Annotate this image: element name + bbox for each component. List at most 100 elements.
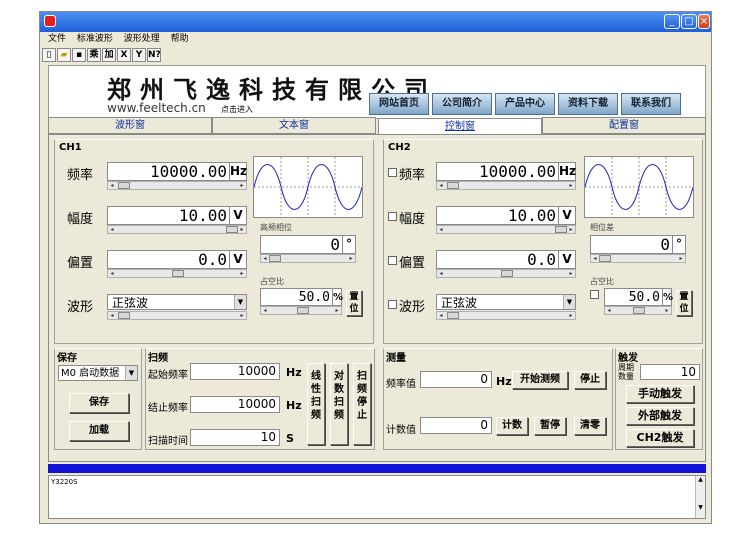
new-file-icon[interactable]: ▯ [42,48,56,62]
menu-bar: 文件 标准波形 波形处理 帮助 [40,32,711,46]
memory-slot-select[interactable]: M0 启动数据 ▼ [58,365,138,381]
menu-standard-wave[interactable]: 标准波形 [77,34,113,44]
log-output[interactable]: Y3220S ▲ ▼ [48,475,706,519]
toolbar: ▯ ▰ ▪ 乘加 X Y N? [42,47,162,63]
ch2-freq-checkbox[interactable] [388,168,397,177]
sweep-stop-unit: Hz [286,399,302,412]
external-trigger-button[interactable]: 外部触发 [626,407,694,425]
ch1-duty-value[interactable]: 50.0 [260,288,332,306]
load-button[interactable]: 加载 [69,421,129,441]
measure-freq-unit: Hz [496,375,512,388]
ch2-offset-label: 偏置 [399,256,426,271]
status-bar [48,464,706,473]
ch2-duty-value[interactable]: 50.0 [604,288,662,306]
ch1-phase-slider[interactable]: ◂ ▸ [260,254,356,263]
menu-file[interactable]: 文件 [48,34,66,44]
add-button[interactable]: 加 [102,48,116,62]
ch2-phase-slider[interactable]: ◂ ▸ [590,254,686,263]
company-banner: 郑州飞逸科技有限公司 www.feeltech.cn 点击进入 网站首页 公司简… [48,65,706,119]
sweep-stop-field[interactable]: 10000 [190,396,280,413]
ch1-freq-slider[interactable]: ◂ ▸ [107,181,247,190]
save-disk-icon[interactable]: ▪ [72,48,86,62]
sweep-time-label: 扫描时间 [148,436,188,447]
trigger-title: 触发 [618,353,638,364]
tab-text[interactable]: 文本窗 [212,117,376,134]
ch1-offset-value[interactable]: 0.0 [107,250,229,269]
count-field[interactable]: 0 [420,417,492,434]
ch2-freq-unit: Hz [558,162,576,181]
sweep-time-unit: S [286,432,294,445]
maximize-button[interactable]: □ [681,14,697,29]
close-button[interactable]: × [698,14,710,29]
start-measure-button[interactable]: 开始测频 [512,371,568,389]
stop-measure-button[interactable]: 停止 [574,371,606,389]
ch1-phase-value[interactable]: 0 [260,235,342,254]
log-sweep-button[interactable]: 对数扫频 [330,363,348,445]
measure-title: 测量 [386,353,406,364]
ch2-offset-checkbox[interactable] [388,256,397,265]
y-button[interactable]: Y [132,48,146,62]
ch1-freq-value[interactable]: 10000.00 [107,162,229,181]
ch2-amp-value[interactable]: 10.00 [436,206,558,225]
ch2-duty-slider[interactable]: ◂ ▸ [604,306,672,315]
ch1-waveform-preview [253,156,363,218]
ch1-reset-button[interactable]: 置位 [346,290,362,316]
multiply-button[interactable]: 乘 [87,48,101,62]
ch2-duty-checkbox[interactable] [590,290,599,299]
manual-trigger-button[interactable]: 手动触发 [626,385,694,403]
ch2-freq-value[interactable]: 10000.00 [436,162,558,181]
sweep-start-field[interactable]: 10000 [190,363,280,380]
count-button[interactable]: 计数 [496,417,528,435]
ch2-phase-value[interactable]: 0 [590,235,672,254]
help-button[interactable]: N? [147,48,161,62]
ch2-offset-slider[interactable]: ◂ ▸ [436,269,576,278]
ch1-offset-slider[interactable]: ◂ ▸ [107,269,247,278]
control-panel: CH1 频率 10000.00 Hz ◂ ▸ 幅度 10.00 V ◂ ▸ 偏置 0… [48,134,706,462]
tab-wave[interactable]: 波形窗 [48,117,212,134]
ch1-offset-unit: V [229,250,247,269]
clear-button[interactable]: 清零 [574,417,606,435]
ch1-phase-label: 高频相位 [260,223,292,232]
ch2-wave-slider[interactable]: ◂ ▸ [436,311,576,320]
ch1-wave-select[interactable]: 正弦波 ▼ [107,294,247,310]
nav-products[interactable]: 产品中心 [495,93,555,115]
ch2-group: CH2 频率 10000.00 Hz ◂ ▸ 幅度 10.00 V ◂ ▸ 偏置 0… [383,139,703,344]
tab-config[interactable]: 配置窗 [542,117,706,134]
ch2-wave-checkbox[interactable] [388,300,397,309]
enter-link[interactable]: 点击进入 [221,104,253,115]
save-button[interactable]: 保存 [69,393,129,413]
ch2-offset-value[interactable]: 0.0 [436,250,558,269]
ch1-wave-slider[interactable]: ◂ ▸ [107,311,247,320]
ch2-wave-select[interactable]: 正弦波 ▼ [436,294,576,310]
menu-wave-process[interactable]: 波形处理 [124,34,160,44]
ch2-reset-button[interactable]: 置位 [676,290,692,316]
open-folder-icon[interactable]: ▰ [57,48,71,62]
ch1-amp-label: 幅度 [67,212,94,227]
dropdown-arrow-icon: ▼ [234,295,246,309]
menu-help[interactable]: 帮助 [171,34,189,44]
ch1-duty-slider[interactable]: ◂ ▸ [260,306,342,315]
nav-contact[interactable]: 联系我们 [621,93,681,115]
pause-button[interactable]: 暂停 [534,417,566,435]
ch2-trigger-button[interactable]: CH2触发 [626,429,694,447]
nav-about[interactable]: 公司简介 [432,93,492,115]
ch1-amp-value[interactable]: 10.00 [107,206,229,225]
sweep-stop-button[interactable]: 扫频停止 [353,363,371,445]
measure-freq-field[interactable]: 0 [420,371,492,388]
linear-sweep-button[interactable]: 线性扫频 [307,363,325,445]
ch2-amp-slider[interactable]: ◂ ▸ [436,225,576,234]
ch2-amp-checkbox[interactable] [388,212,397,221]
x-button[interactable]: X [117,48,131,62]
nav-downloads[interactable]: 资料下载 [558,93,618,115]
tab-control[interactable]: 控制窗 [378,118,542,135]
memory-slot-value: M0 启动数据 [61,368,120,379]
nav-home[interactable]: 网站首页 [369,93,429,115]
ch2-freq-slider[interactable]: ◂ ▸ [436,181,576,190]
minimize-button[interactable]: _ [664,14,680,29]
period-field[interactable]: 10 [640,364,700,380]
website-url[interactable]: www.feeltech.cn [107,101,206,115]
ch1-amp-slider[interactable]: ◂ ▸ [107,225,247,234]
ch2-phase-unit: ° [672,235,686,254]
sweep-time-field[interactable]: 10 [190,429,280,446]
log-scrollbar[interactable]: ▲ ▼ [695,476,705,518]
